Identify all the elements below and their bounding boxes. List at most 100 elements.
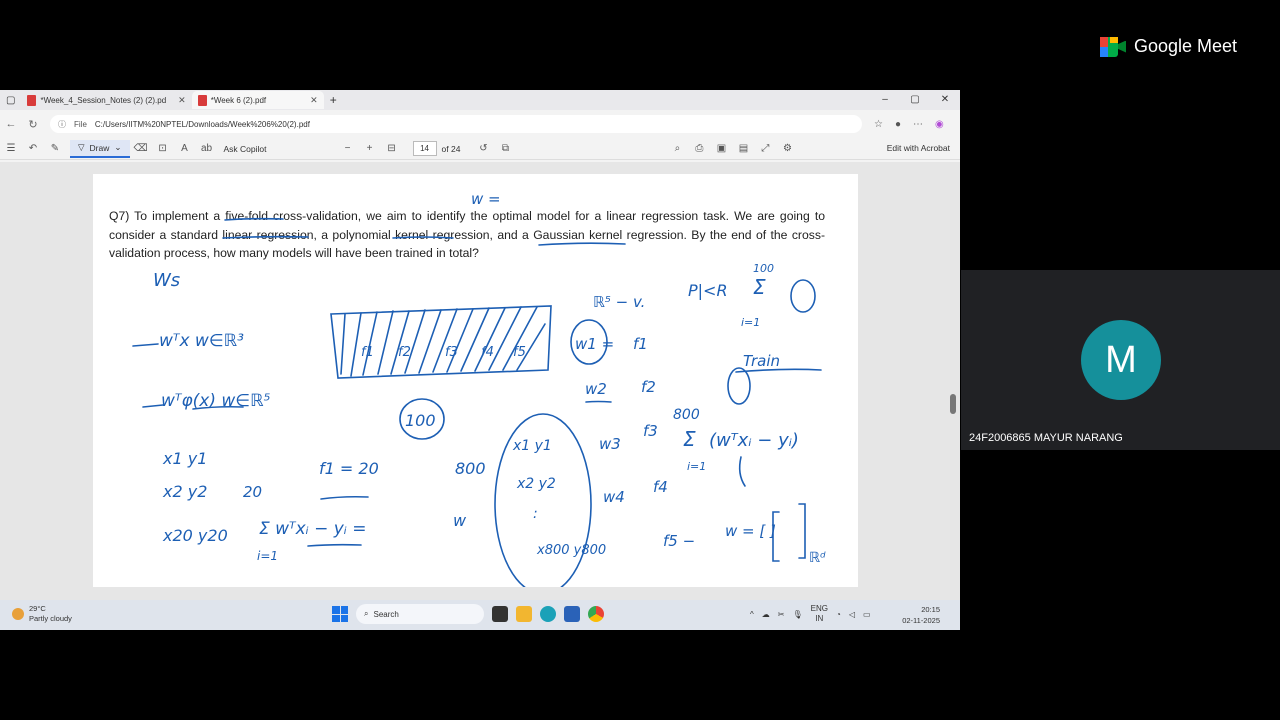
meet-camera-icon — [1100, 36, 1126, 57]
save-icon[interactable]: ▣ — [710, 143, 732, 154]
rotate-icon[interactable]: ↺ — [472, 143, 494, 154]
tab-week4-notes[interactable]: *Week_4_Session_Notes (2) (2).pd ✕ — [21, 91, 191, 109]
edge-icon[interactable] — [540, 606, 556, 622]
chrome-icon[interactable] — [588, 606, 604, 622]
fit-page-icon[interactable]: ⊟ — [381, 143, 403, 154]
wifi-icon[interactable]: ◔ — [836, 610, 841, 619]
copilot-icon[interactable]: ◉ — [935, 119, 944, 130]
contents-icon[interactable]: ☰ — [0, 143, 22, 154]
vertical-scrollbar[interactable] — [950, 166, 956, 596]
volume-icon[interactable]: ◁ — [849, 610, 855, 619]
settings-icon[interactable]: ⚙ — [776, 143, 798, 154]
annot-f1: f1 — [633, 335, 648, 353]
text-icon[interactable]: ⊡ — [152, 143, 174, 154]
task-view-icon[interactable] — [492, 606, 508, 622]
tab-label: *Week_4_Session_Notes (2) (2).pd — [40, 95, 167, 105]
annot-sum800-idx: i=1 — [687, 460, 706, 473]
cloud-icon[interactable]: ☁ — [762, 610, 770, 619]
annot-f5: f5 − — [663, 532, 695, 550]
ask-copilot-button[interactable]: Ask Copilot — [224, 144, 267, 154]
tab-actions-icon[interactable]: ▢ — [0, 91, 21, 109]
annot-wtx: wᵀx w∈ℝ³ — [159, 331, 244, 351]
page-number-input[interactable]: 14 — [412, 141, 437, 156]
pdf-icon — [197, 94, 207, 106]
highlight-icon[interactable]: ✎ — [44, 143, 66, 154]
search-icon: ⌕ — [364, 609, 369, 618]
annot-f4: f4 — [653, 478, 668, 496]
refresh-icon[interactable]: ↻ — [22, 118, 44, 131]
edit-with-acrobat-button[interactable]: Edit with Acrobat — [887, 143, 950, 153]
annot-w3: w3 — [599, 435, 621, 453]
close-window-icon[interactable]: ✕ — [930, 90, 960, 110]
screen: ▢ *Week_4_Session_Notes (2) (2).pd ✕ *We… — [0, 0, 1280, 720]
annot-w-col: w — [453, 511, 467, 530]
annot-sum: Σ wᵀxᵢ − yᵢ = — [259, 519, 367, 539]
avatar: M — [1081, 320, 1161, 400]
page-view-icon[interactable]: ⧉ — [494, 143, 516, 154]
temperature: 29°C — [29, 604, 46, 613]
annot-sum-idx: i=1 — [257, 549, 278, 563]
annot-col-row-1: x1 y1 — [512, 438, 552, 454]
pdf-viewer[interactable]: Q7) To implement a five-fold cross-valid… — [0, 162, 960, 600]
close-tab-icon[interactable]: ✕ — [310, 95, 318, 106]
zoom-in-icon[interactable]: + — [359, 143, 381, 154]
read-aloud-icon[interactable]: A — [174, 143, 196, 154]
battery-icon[interactable]: ▭ — [863, 610, 871, 619]
annot-fold-4: f4 — [481, 345, 494, 360]
address-bar[interactable]: ⓘ File C:/Users/IITM%20NPTEL/Downloads/W… — [50, 115, 862, 133]
annot-klr: P|<R — [688, 281, 728, 300]
print-icon[interactable]: ⎙ — [688, 143, 710, 154]
weather-icon — [12, 608, 24, 620]
tool-icon[interactable]: ✂ — [778, 610, 785, 619]
annot-w2: w2 — [585, 380, 607, 398]
fullscreen-icon[interactable]: ⤢ — [754, 143, 776, 154]
annot-col-row-3: : — [533, 506, 538, 522]
clock[interactable]: 20:15 02-11-2025 — [902, 604, 940, 626]
file-explorer-icon[interactable] — [516, 606, 532, 622]
tab-label: *Week 6 (2).pdf — [210, 95, 267, 105]
info-icon[interactable]: ⓘ — [58, 119, 66, 130]
annot-f2: f2 — [641, 378, 656, 396]
search-icon[interactable]: ⌕ — [666, 143, 688, 154]
meet-brand: Google Meet — [1134, 36, 1238, 56]
annot-sum100-top: 100 — [753, 262, 774, 275]
taskbar-search[interactable]: ⌕ Search — [356, 604, 484, 624]
participant-tile[interactable]: M 24F2006865 MAYUR NARANG — [961, 270, 1280, 450]
annot-train: Train — [743, 352, 780, 370]
language-indicator[interactable]: ENG IN — [811, 604, 828, 624]
more-icon[interactable]: ⋯ — [913, 119, 923, 130]
annot-sum800: Σ — [683, 427, 696, 451]
annot-800: 800 — [455, 459, 486, 478]
tab-bar: ▢ *Week_4_Session_Notes (2) (2).pd ✕ *We… — [0, 90, 960, 110]
annot-rv: ℝ⁵ − v. — [593, 293, 645, 311]
annot-w1: w1 = — [575, 335, 614, 353]
annot-fold-2: f2 — [398, 345, 411, 360]
save-as-icon[interactable]: ▤ — [732, 143, 754, 154]
start-button[interactable] — [332, 606, 348, 622]
close-tab-icon[interactable]: ✕ — [178, 95, 186, 106]
translate-icon[interactable]: ab — [196, 143, 218, 154]
new-tab-icon[interactable]: + — [324, 91, 343, 109]
tab-week6[interactable]: *Week 6 (2).pdf ✕ — [191, 91, 324, 109]
draw-button[interactable]: ▽ Draw ⌄ — [70, 139, 130, 158]
annot-row-2: x2 y2 — [162, 482, 207, 501]
mic-icon[interactable]: 🎙 — [792, 610, 802, 619]
annot-100: 100 — [405, 411, 436, 430]
minimize-icon[interactable]: – — [870, 90, 900, 110]
weather-widget[interactable]: 29°C Partly cloudy — [12, 604, 72, 624]
store-icon[interactable] — [564, 606, 580, 622]
profile-icon[interactable]: ● — [895, 119, 901, 130]
annot-inner: (wᵀxᵢ − yᵢ) — [709, 430, 799, 451]
pdf-icon — [27, 94, 37, 106]
favorites-icon[interactable]: ☆ — [874, 119, 883, 130]
undo-icon[interactable]: ↶ — [22, 143, 44, 154]
scrollbar-thumb[interactable] — [950, 394, 956, 414]
chevron-up-icon[interactable]: ^ — [750, 610, 754, 619]
zoom-out-icon[interactable]: − — [337, 143, 359, 154]
maximize-icon[interactable]: ▢ — [900, 90, 930, 110]
back-icon[interactable]: ← — [0, 118, 22, 130]
annot-f1-eq: f1 = 20 — [319, 459, 379, 478]
annot-col-row-2: x2 y2 — [516, 476, 556, 492]
eraser-icon[interactable]: ⌫ — [130, 143, 152, 154]
region-text: IN — [815, 614, 824, 623]
